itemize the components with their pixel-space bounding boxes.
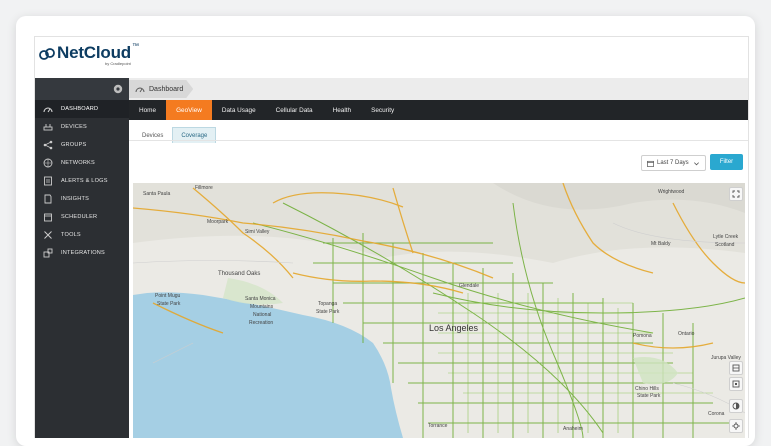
sidebar-item-label: ALERTS & LOGS [61,178,108,184]
date-range-label: Last 7 Days [657,160,689,166]
map-label: Recreation [249,320,274,326]
sidebar-item-label: GROUPS [61,142,87,148]
locate-icon [732,422,740,430]
map-label: Simi Valley [245,229,270,235]
map-label: Torrance [428,423,448,429]
map-label: Mt Baldy [651,241,671,247]
coverage-map[interactable]: Santa Paula Fillmore Moorpark Simi Valle… [133,183,745,438]
logo-bar: NetCloud ™ by Cradlepoint [35,37,748,78]
map-label: Ontario [678,331,695,337]
map-label: Fillmore [195,185,213,191]
breadcrumb-label: Dashboard [149,85,184,93]
map-label: State Park [157,301,181,307]
tab-cellular-data[interactable]: Cellular Data [266,100,323,120]
legend-icon [732,380,740,388]
tab-home[interactable]: Home [129,100,166,120]
scheduler-icon [44,213,52,222]
calendar-icon [647,160,654,167]
tab-data-usage[interactable]: Data Usage [212,100,266,120]
groups-icon [43,140,53,150]
sidebar-item-scheduler[interactable]: SCHEDULER [35,208,129,226]
sidebar-item-groups[interactable]: GROUPS [35,136,129,154]
sidebar: DASHBOARD DEVICES GROUPS NETWORKS ALERTS… [35,78,129,438]
dashboard-icon [43,107,53,113]
logo-text: NetCloud [57,43,131,62]
map-label: Point Mugu [155,293,181,299]
alerts-icon [44,176,52,186]
fullscreen-icon [732,190,740,198]
map-label: Corona [708,411,725,417]
sidebar-header [35,78,129,100]
tools-icon [44,231,52,239]
map-label: Topanga [318,301,338,307]
map-label: Lytle Creek [713,234,739,240]
map-label: Moorpark [207,219,229,225]
netcloud-logo[interactable]: NetCloud ™ [39,43,139,63]
map-locate-button[interactable] [729,419,743,433]
screenshot-card: NetCloud ™ by Cradlepoint DASHBOARD DEVI… [16,16,755,446]
sidebar-item-integrations[interactable]: INTEGRATIONS [35,244,129,262]
map-label: Mountains [250,304,274,310]
breadcrumb[interactable]: Dashboard [129,80,193,98]
map-layers-button[interactable] [729,361,743,375]
subtabs: Devices Coverage [129,120,752,143]
map-contrast-button[interactable] [729,399,743,413]
sidebar-item-label: DASHBOARD [61,106,99,112]
networks-icon [43,158,53,168]
map-label: National [253,312,272,318]
sidebar-item-label: SCHEDULER [61,214,98,220]
sidebar-item-label: INTEGRATIONS [61,250,105,256]
nav-tabs: Home GeoView Data Usage Cellular Data He… [129,100,748,120]
map-label: Santa Paula [143,191,171,197]
dashboard-icon [135,85,145,93]
date-range-dropdown[interactable]: Last 7 Days [641,155,706,171]
sidebar-item-alerts-logs[interactable]: ALERTS & LOGS [35,172,129,190]
map-label: Scotland [715,242,735,248]
map-label: State Park [316,309,340,315]
map-fullscreen-button[interactable] [729,187,743,201]
contrast-icon [732,402,740,410]
netcloud-logo-icon [39,48,55,60]
devices-icon [43,124,53,131]
map-label: Santa Monica [245,296,276,302]
netcloud-app: NetCloud ™ by Cradlepoint DASHBOARD DEVI… [34,36,749,438]
insights-icon [44,194,52,204]
sidebar-item-networks[interactable]: NETWORKS [35,154,129,172]
map-label: Pomona [633,333,652,339]
sidebar-item-label: TOOLS [61,232,81,238]
map-label-los-angeles: Los Angeles [429,323,479,333]
chevron-down-icon [693,161,699,165]
map-label: Thousand Oaks [218,271,261,277]
gear-icon[interactable] [113,84,123,94]
main-content: Dashboard Home GeoView Data Usage Cellul… [129,78,748,438]
filter-row: Last 7 Days Filter [129,140,748,171]
map-label: State Park [637,393,661,399]
map-label: Wrightwood [658,189,685,195]
breadcrumb-bar: Dashboard [129,78,748,100]
map-legend-button[interactable] [729,377,743,391]
integrations-icon [43,248,53,258]
tab-geoview[interactable]: GeoView [166,100,212,120]
sidebar-item-insights[interactable]: INSIGHTS [35,190,129,208]
map-label: Chino Hills [635,386,659,392]
filter-button[interactable]: Filter [710,154,743,170]
layers-icon [732,364,740,372]
sidebar-item-label: INSIGHTS [61,196,90,202]
tab-health[interactable]: Health [323,100,361,120]
sidebar-item-label: DEVICES [61,124,87,130]
logo-trademark: ™ [131,43,139,50]
map-label: Anaheim [563,426,583,432]
logo-subtitle: by Cradlepoint [105,61,131,66]
sidebar-item-label: NETWORKS [61,160,95,166]
sidebar-item-devices[interactable]: DEVICES [35,118,129,136]
sidebar-item-tools[interactable]: TOOLS [35,226,129,244]
map-label: Glendale [459,283,480,289]
sidebar-item-dashboard[interactable]: DASHBOARD [35,100,129,118]
tab-security[interactable]: Security [361,100,404,120]
